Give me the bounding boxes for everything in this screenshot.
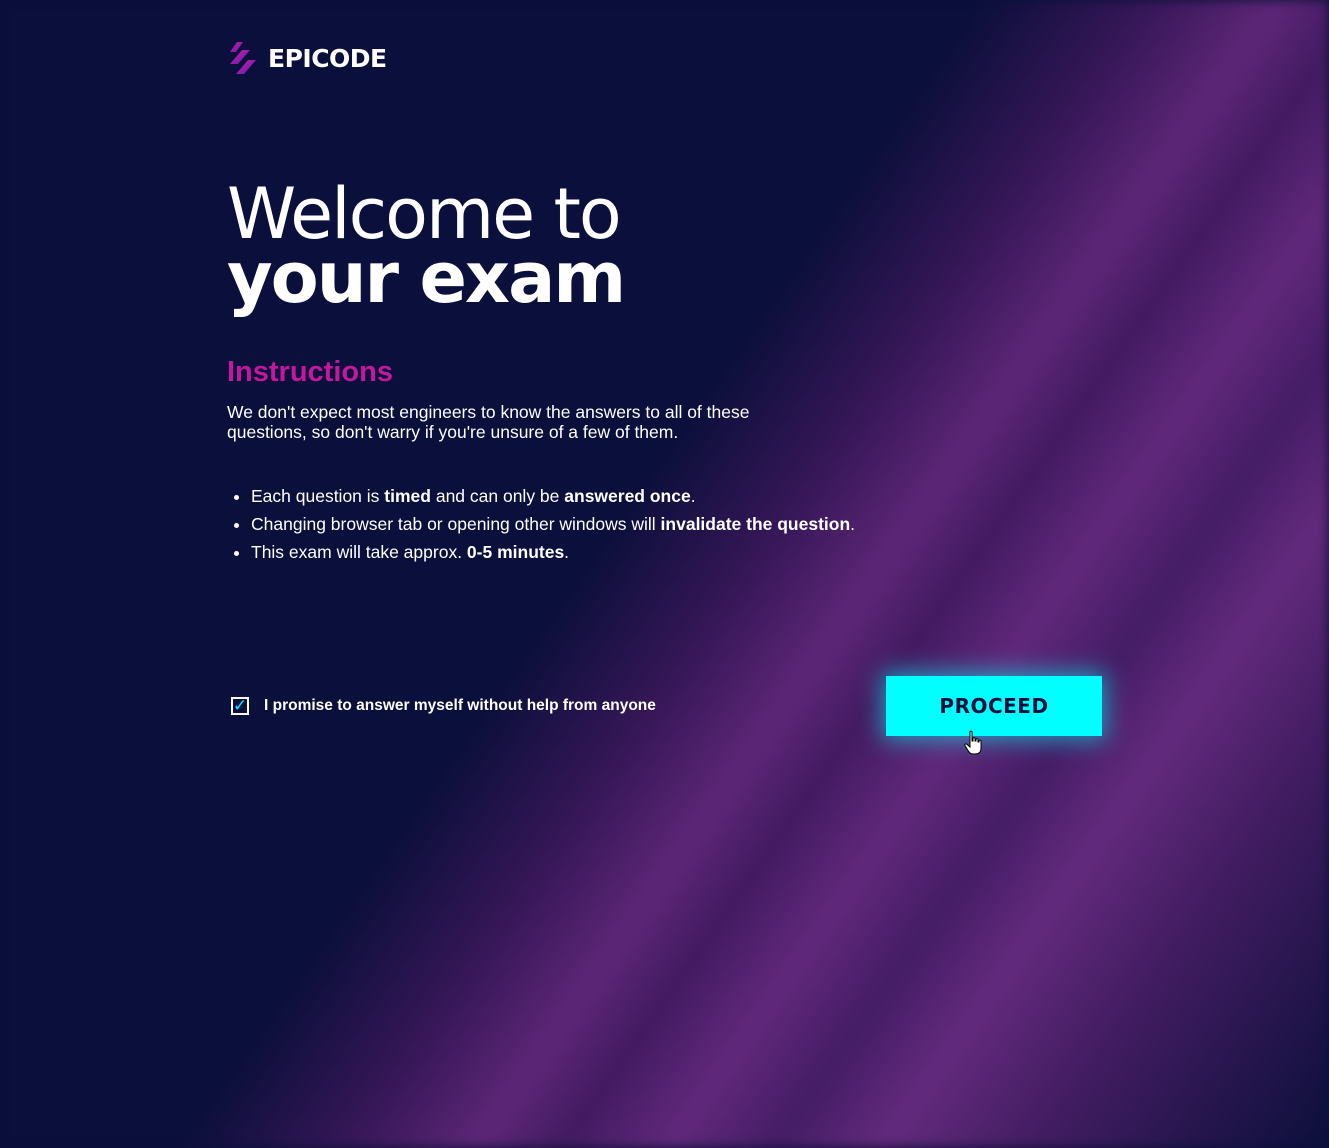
epicode-logo-icon	[230, 42, 256, 74]
hand-pointer-cursor-icon	[964, 730, 982, 755]
rules-list: Each question is timed and can only be a…	[227, 482, 855, 566]
brand-name: EPICODE	[268, 43, 387, 73]
instructions-intro: We don't expect most engineers to know t…	[227, 402, 750, 442]
promise-label[interactable]: I promise to answer myself without help …	[264, 697, 656, 715]
instructions-heading: Instructions	[227, 356, 393, 388]
background-gradient	[0, 0, 1329, 1148]
promise-checkbox-row[interactable]: ✓ I promise to answer myself without hel…	[231, 695, 656, 717]
epicode-logo: EPICODE	[228, 40, 387, 76]
rule-item: This exam will take approx. 0-5 minutes.	[251, 538, 855, 566]
checkmark-icon: ✓	[232, 696, 248, 716]
rule-item: Changing browser tab or opening other wi…	[251, 510, 855, 538]
rule-item: Each question is timed and can only be a…	[251, 482, 855, 510]
page-title: Welcome to your exam	[227, 179, 626, 319]
title-line-2: your exam	[227, 237, 626, 319]
promise-checkbox[interactable]: ✓	[231, 697, 249, 715]
proceed-button[interactable]: PROCEED	[886, 676, 1102, 736]
